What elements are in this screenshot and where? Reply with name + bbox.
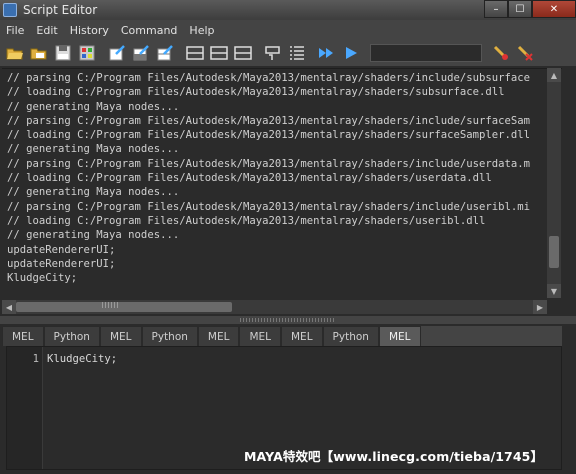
history-output[interactable]: // parsing C:/Program Files/Autodesk/May… (2, 68, 562, 298)
toolbar (0, 40, 576, 66)
clear-history-icon[interactable] (106, 43, 128, 63)
search-field[interactable] (370, 44, 482, 62)
history-line: // loading C:/Program Files/Autodesk/May… (7, 129, 530, 142)
scroll-right-icon[interactable]: ▶ (533, 300, 547, 314)
clear-input-icon[interactable] (130, 43, 152, 63)
history-line: // loading C:/Program Files/Autodesk/May… (7, 214, 486, 227)
history-line: // loading C:/Program Files/Autodesk/May… (7, 86, 505, 99)
tab-python[interactable]: Python (322, 326, 379, 346)
history-horizontal-scrollbar[interactable]: ◀ ▶ (2, 300, 547, 314)
execute-all-icon[interactable] (316, 43, 338, 63)
history-vertical-scrollbar[interactable]: ▲ ▼ (547, 68, 561, 298)
history-line: // loading C:/Program Files/Autodesk/May… (7, 172, 492, 185)
watermark-text: MAYA特效吧【www.linecg.com/tieba/1745】 (244, 449, 544, 464)
code-text[interactable]: KludgeCity; (47, 352, 117, 366)
tab-mel[interactable]: MEL (2, 326, 44, 346)
history-line: // generating Maya nodes... (7, 143, 180, 156)
echo-all-commands-icon[interactable] (262, 43, 284, 63)
history-line: updateRendererUI; (7, 243, 116, 256)
save-script-icon[interactable] (52, 43, 74, 63)
menu-file[interactable]: File (0, 24, 30, 37)
maximize-button[interactable]: ☐ (508, 0, 532, 18)
history-line: // parsing C:/Program Files/Autodesk/May… (7, 200, 530, 213)
close-button[interactable]: ✕ (532, 0, 576, 18)
tab-python[interactable]: Python (141, 326, 198, 346)
scroll-down-icon[interactable]: ▼ (547, 284, 561, 298)
show-both-icon[interactable] (232, 43, 254, 63)
pane-splitter[interactable] (0, 316, 576, 324)
tab-mel[interactable]: MEL (239, 326, 281, 346)
search-icon[interactable] (490, 43, 512, 63)
script-tabs: MEL Python MEL Python MEL MEL MEL Python… (2, 326, 562, 346)
history-line: // generating Maya nodes... (7, 229, 180, 242)
horizontal-scroll-thumb[interactable] (16, 302, 232, 312)
vertical-scroll-thumb[interactable] (549, 236, 559, 268)
line-number: 1 (32, 353, 39, 365)
window-controls: – ☐ ✕ (484, 0, 576, 18)
line-number-gutter: 1 (7, 347, 43, 469)
search-clear-icon[interactable] (514, 43, 536, 63)
window-title: Script Editor (23, 3, 98, 17)
clear-all-icon[interactable] (154, 43, 176, 63)
open-script-icon[interactable] (4, 43, 26, 63)
show-input-only-icon[interactable] (208, 43, 230, 63)
history-line: // parsing C:/Program Files/Autodesk/May… (7, 114, 530, 127)
scroll-grip (102, 302, 118, 308)
menu-bar: File Edit History Command Help (0, 20, 576, 40)
save-to-shelf-icon[interactable] (76, 43, 98, 63)
history-line: updateRendererUI; (7, 257, 116, 270)
history-line: KludgeCity; (7, 272, 78, 285)
scroll-left-icon[interactable]: ◀ (2, 300, 16, 314)
tab-python[interactable]: Python (43, 326, 100, 346)
scroll-up-icon[interactable]: ▲ (547, 68, 561, 82)
history-line: // generating Maya nodes... (7, 186, 180, 199)
title-bar: Script Editor – ☐ ✕ (0, 0, 576, 20)
menu-command[interactable]: Command (115, 24, 184, 37)
history-line: // parsing C:/Program Files/Autodesk/May… (7, 157, 530, 170)
menu-history[interactable]: History (64, 24, 115, 37)
tab-mel[interactable]: MEL (197, 326, 240, 346)
show-line-numbers-icon[interactable] (286, 43, 308, 63)
history-line: // generating Maya nodes... (7, 100, 180, 113)
history-line: // parsing C:/Program Files/Autodesk/May… (7, 72, 530, 84)
splitter-grip (240, 318, 336, 322)
maya-app-icon (3, 3, 17, 17)
execute-icon[interactable] (340, 43, 362, 63)
minimize-button[interactable]: – (484, 0, 508, 18)
show-history-only-icon[interactable] (184, 43, 206, 63)
menu-help[interactable]: Help (183, 24, 220, 37)
tab-mel[interactable]: MEL (99, 326, 142, 346)
source-script-icon[interactable] (28, 43, 50, 63)
menu-edit[interactable]: Edit (30, 24, 63, 37)
tab-mel-active[interactable]: MEL (378, 326, 421, 346)
tab-mel[interactable]: MEL (281, 326, 323, 346)
